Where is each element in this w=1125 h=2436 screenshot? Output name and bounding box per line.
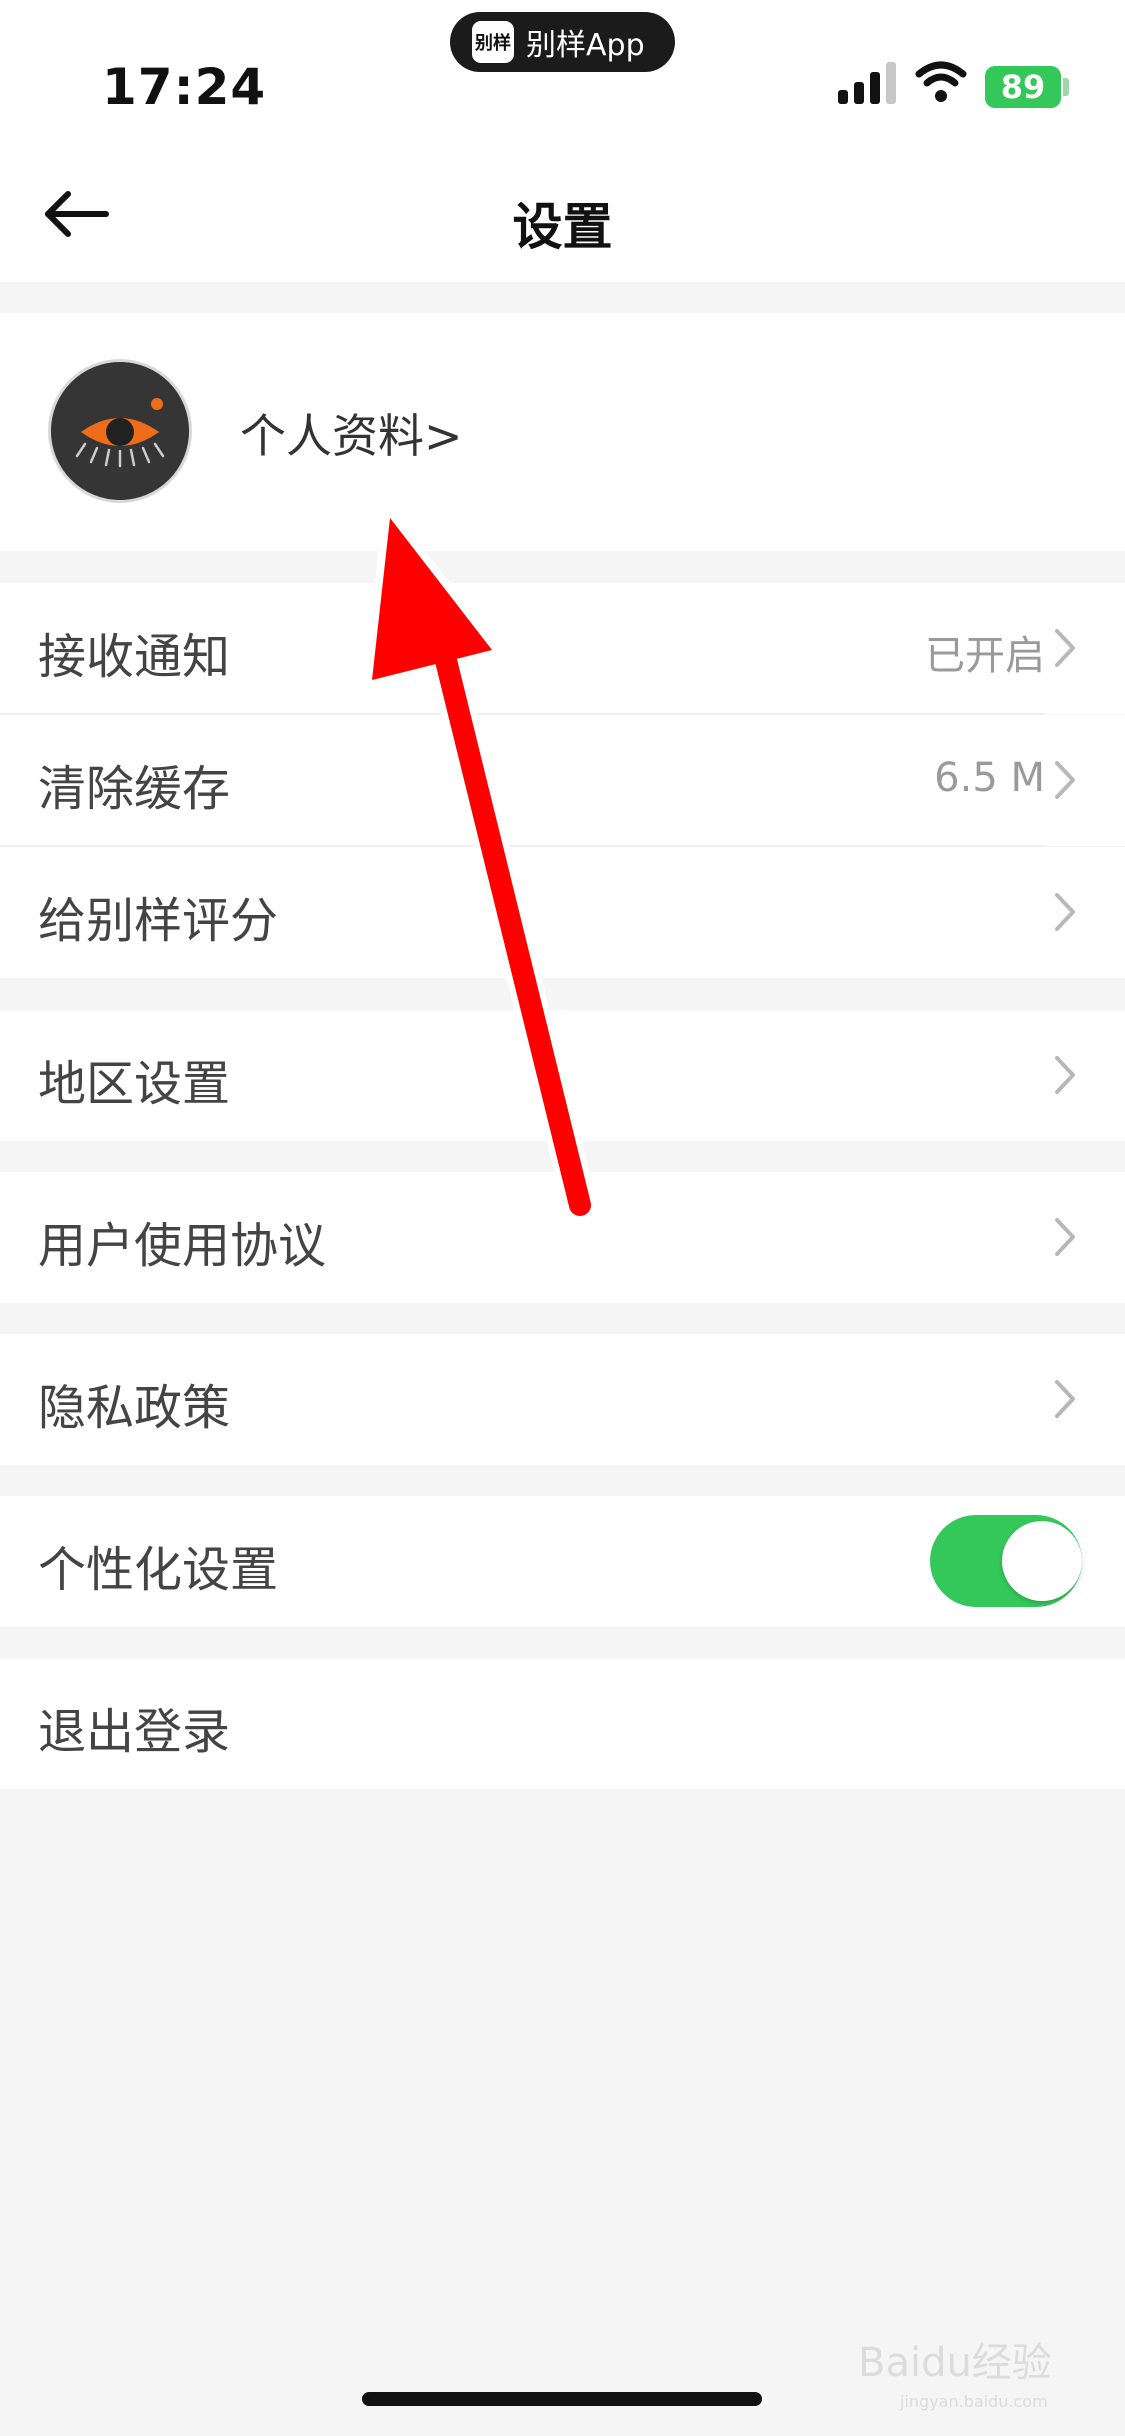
clear-cache-label: 清除缓存 [38,761,231,817]
notifications-label: 接收通知 [38,629,231,685]
chevron-right-icon [1055,629,1075,667]
battery-indicator: 89 [985,66,1061,108]
region-label: 地区设置 [38,1056,231,1112]
eye-logo-icon [51,362,189,500]
wifi-icon [915,61,967,102]
home-indicator[interactable] [362,2392,762,2406]
chevron-right-icon [1055,893,1075,931]
toggle-knob [1002,1521,1082,1601]
chevron-right-icon [1055,1056,1075,1094]
logout-label: 退出登录 [38,1704,231,1760]
watermark-url: jingyan.baidu.com [900,2392,1048,2411]
notifications-value: 已开启 [925,633,1045,679]
profile-link[interactable]: 个人资料> [240,400,463,466]
island-app-label: 别样App [526,28,645,63]
clear-cache-value: 6.5 M [934,755,1045,801]
personalization-label: 个性化设置 [38,1542,279,1598]
chevron-right-icon [1055,761,1075,799]
user-agreement-label: 用户使用协议 [38,1218,327,1274]
app-logo-icon: 别样 [472,21,514,63]
chevron-right-icon [1055,1380,1075,1418]
watermark-brand: Baidu经验 [858,2340,1052,2386]
signal-icon [838,62,896,104]
status-time: 17:24 [102,58,267,116]
page-title: 设置 [512,198,613,256]
battery-tip [1063,78,1069,96]
avatar[interactable] [48,359,192,503]
chevron-right-icon [1055,1218,1075,1256]
dynamic-island: 别样 别样App [450,12,675,72]
privacy-label: 隐私政策 [38,1380,231,1436]
rate-app-label: 给别样评分 [38,893,279,949]
